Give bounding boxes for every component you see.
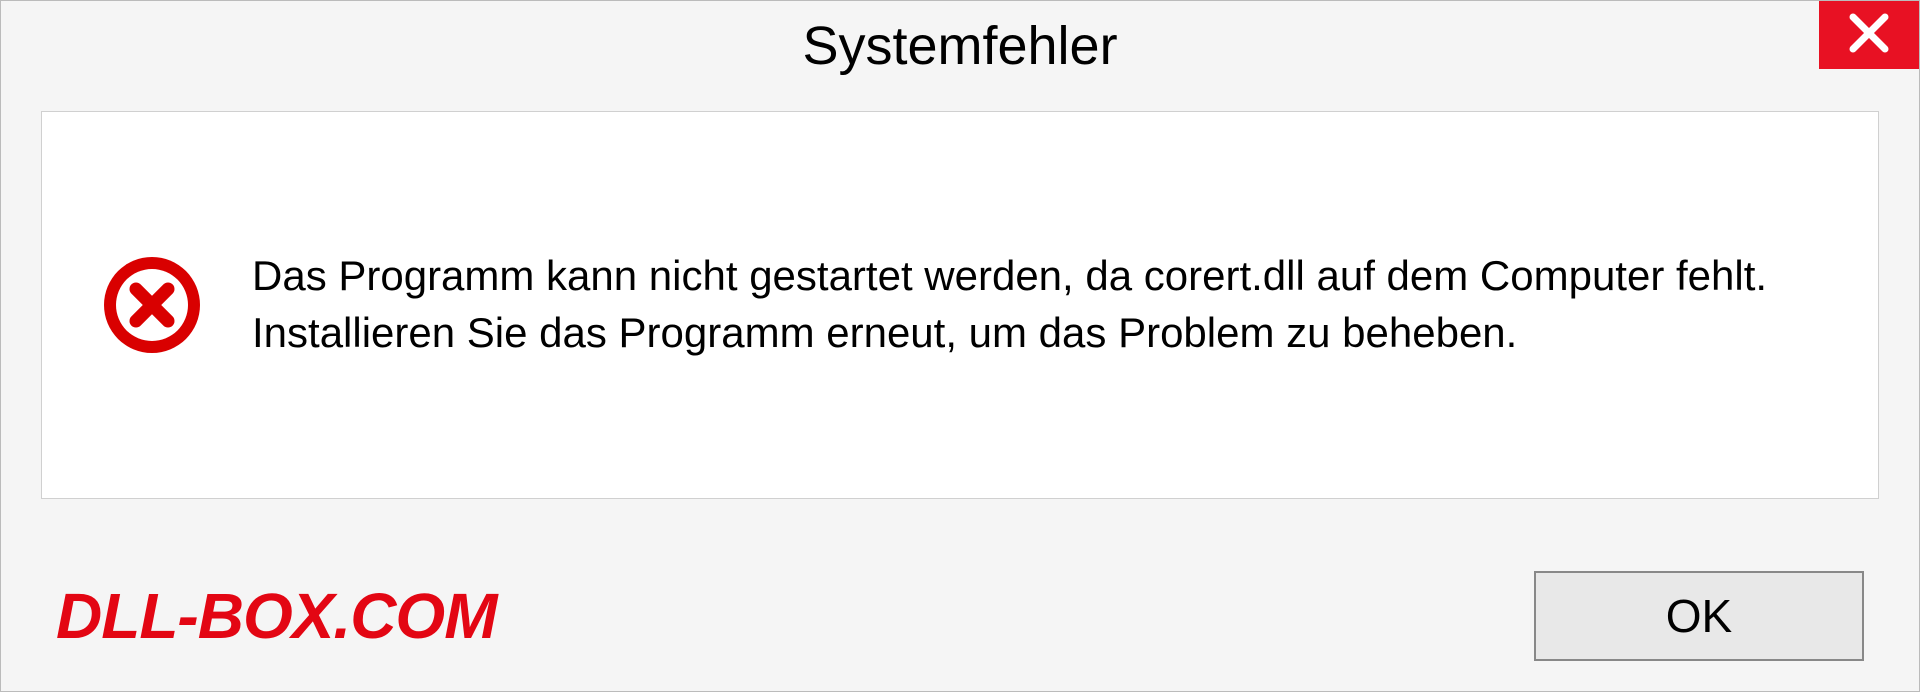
dialog-footer: DLL-BOX.COM OK [1, 541, 1919, 691]
error-icon [102, 255, 202, 355]
ok-button[interactable]: OK [1534, 571, 1864, 661]
close-icon [1847, 11, 1891, 60]
error-message: Das Programm kann nicht gestartet werden… [252, 248, 1818, 361]
error-dialog: Systemfehler Das Programm kann nicht ges… [0, 0, 1920, 692]
message-panel: Das Programm kann nicht gestartet werden… [41, 111, 1879, 499]
dialog-title: Systemfehler [802, 15, 1117, 77]
watermark-text: DLL-BOX.COM [56, 579, 497, 653]
title-bar: Systemfehler [1, 1, 1919, 91]
close-button[interactable] [1819, 1, 1919, 69]
